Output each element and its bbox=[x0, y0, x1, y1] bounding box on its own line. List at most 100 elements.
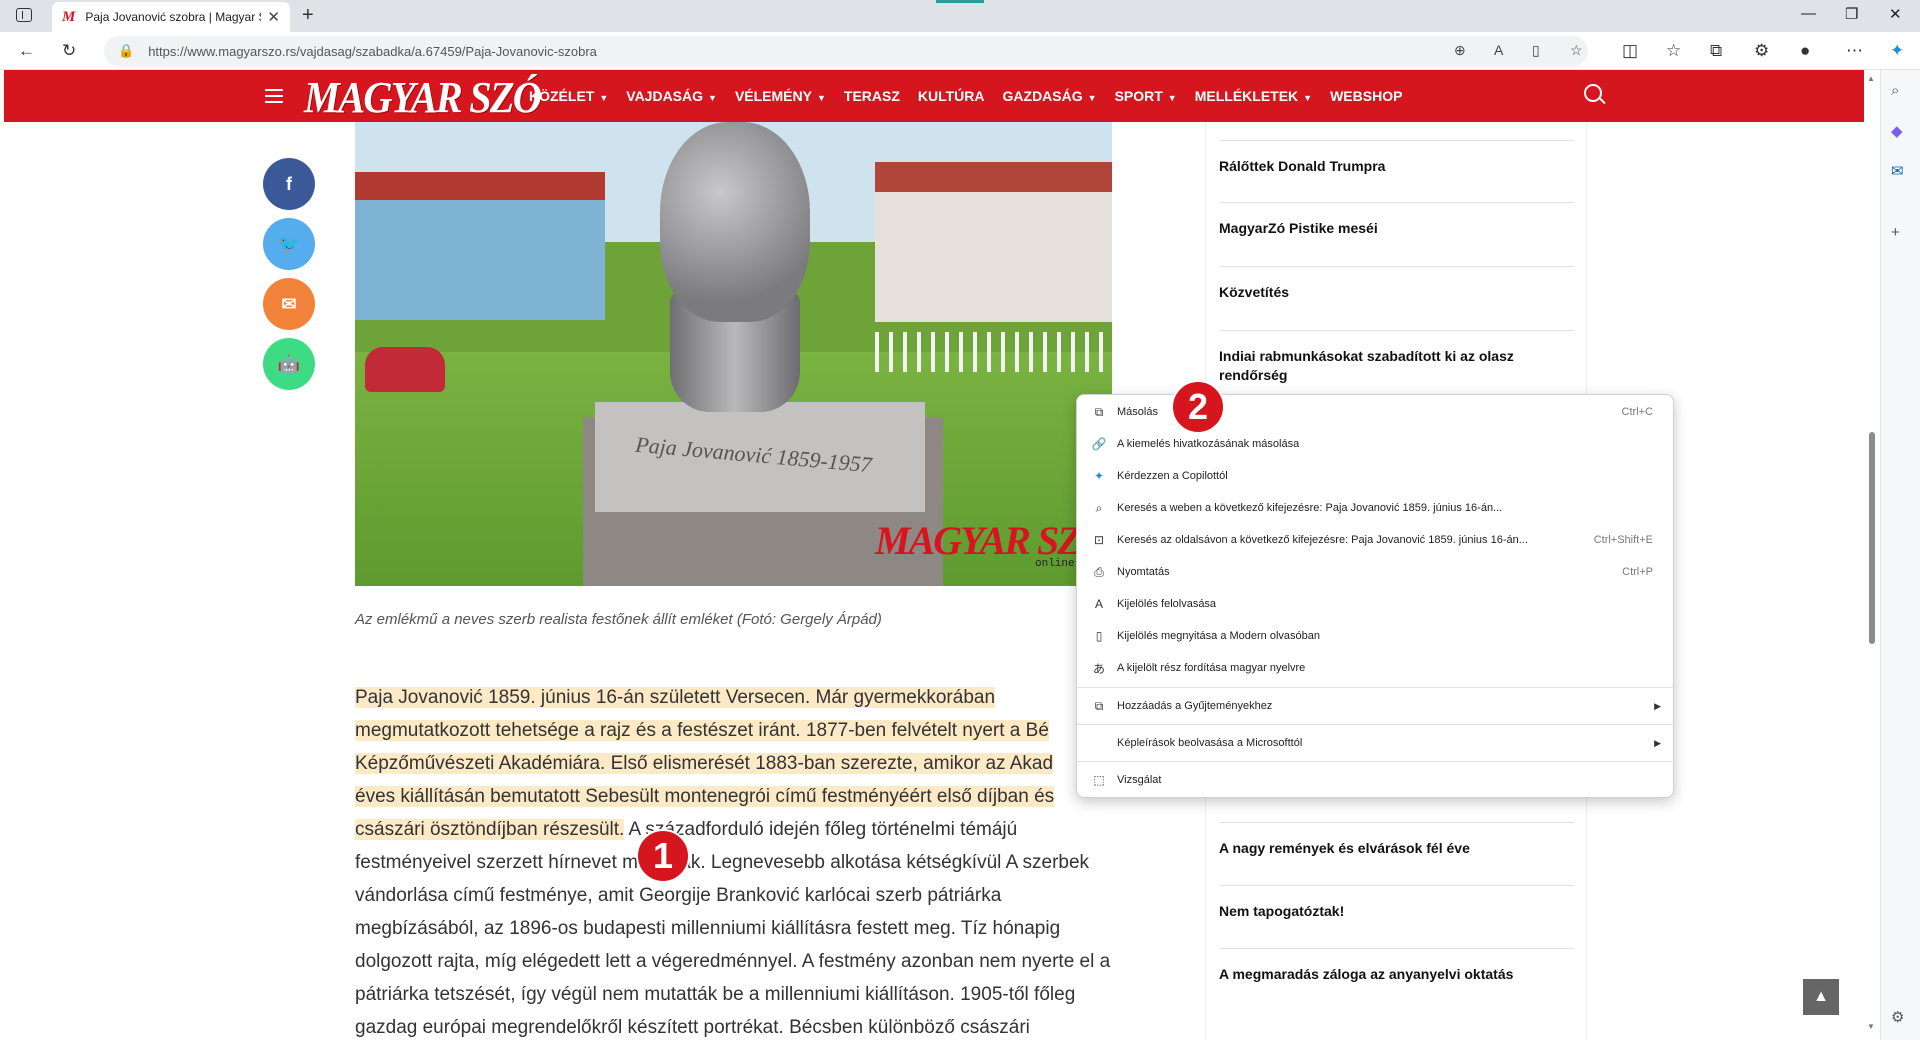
restore-icon[interactable]: ❐ bbox=[1845, 5, 1858, 23]
tab-title: Paja Jovanović szobra | Magyar Sz bbox=[85, 10, 262, 24]
context-menu-item[interactable]: ⧉ Másolás Ctrl+C bbox=[1077, 396, 1675, 428]
sidebar-outlook-icon[interactable]: ✉ bbox=[1891, 162, 1904, 180]
nav-item[interactable]: KÖZÉLET ▼ bbox=[529, 88, 608, 104]
context-menu-label: A kiemelés hivatkozásának másolása bbox=[1117, 438, 1300, 450]
copilot-icon[interactable]: ✦ bbox=[1890, 41, 1904, 61]
context-menu-item[interactable]: あ A kijelölt rész fordítása magyar nyelvr… bbox=[1077, 652, 1675, 684]
site-favicon-icon: M bbox=[62, 8, 76, 25]
selected-text: császári ösztöndíjban részesült. bbox=[355, 819, 625, 840]
tab-actions-icon[interactable] bbox=[16, 8, 32, 22]
context-menu-item[interactable]: ✦ Kérdezzen a Copilottól bbox=[1077, 460, 1675, 492]
sidebar-news-item[interactable]: Nem tapogatóztak! bbox=[1219, 885, 1574, 921]
nav-item[interactable]: WEBSHOP bbox=[1330, 88, 1402, 104]
sidebar-news-item[interactable]: Rálőttek Donald Trumpra bbox=[1219, 140, 1574, 176]
favorite-star-icon[interactable]: ☆ bbox=[1570, 42, 1583, 59]
body-text: dolgozott rajta, míg elégedett lett a vé… bbox=[355, 951, 1111, 972]
close-window-icon[interactable]: ✕ bbox=[1889, 5, 1902, 23]
context-menu-label: Nyomtatás bbox=[1117, 566, 1170, 578]
context-menu-item[interactable]: 🔗 A kiemelés hivatkozásának másolása bbox=[1077, 428, 1675, 460]
context-menu-label: Képleírások beolvasása a Microsofttól bbox=[1117, 737, 1303, 749]
sidebar-search-icon: ⊡ bbox=[1093, 533, 1105, 547]
sidebar-news-item[interactable]: MagyarZó Pistike meséi bbox=[1219, 202, 1574, 238]
scroll-down-icon[interactable]: ▼ bbox=[1867, 1022, 1875, 1031]
body-text: vándorlása című festménye, amit Georgije… bbox=[355, 885, 1002, 906]
sidebar-settings-icon[interactable]: ⚙ bbox=[1891, 1008, 1904, 1026]
browser-tab[interactable]: M Paja Jovanović szobra | Magyar Sz ✕ bbox=[52, 2, 290, 32]
nav-item[interactable]: VAJDASÁG ▼ bbox=[626, 88, 717, 104]
context-menu-label: Kijelölés felolvasása bbox=[1117, 598, 1217, 610]
facebook-share-icon[interactable]: f bbox=[263, 158, 315, 210]
immersive-reader-icon[interactable]: ▯ bbox=[1532, 42, 1540, 59]
sidebar-search-icon[interactable]: ⌕ bbox=[1891, 82, 1899, 99]
favorites-icon[interactable]: ☆ bbox=[1666, 41, 1681, 61]
sidebar-news-item[interactable]: A nagy remények és elvárások fél éve bbox=[1219, 822, 1574, 858]
nav-item[interactable]: GAZDASÁG ▼ bbox=[1003, 88, 1097, 104]
article-line: vándorlása című festménye, amit Georgije… bbox=[355, 879, 1145, 912]
photo-house bbox=[875, 192, 1112, 322]
email-share-icon[interactable]: ✉ bbox=[263, 278, 315, 330]
back-to-top-button[interactable]: ▲ bbox=[1803, 979, 1839, 1015]
nav-item[interactable]: TERASZ bbox=[844, 88, 900, 104]
refresh-icon[interactable]: ↻ bbox=[62, 41, 76, 61]
context-menu-item[interactable]: ⧉ Hozzáadás a Gyűjteményekhez ▶ bbox=[1077, 690, 1675, 722]
hamburger-menu-icon[interactable] bbox=[265, 89, 283, 103]
read-aloud-icon: A bbox=[1094, 597, 1103, 611]
sidebar-news-item[interactable]: Indiai rabmunkásokat szabadított ki az o… bbox=[1219, 330, 1574, 385]
context-menu-item[interactable]: A Kijelölés felolvasása bbox=[1077, 588, 1675, 620]
nav-item[interactable]: VÉLEMÉNY ▼ bbox=[735, 88, 826, 104]
zoom-icon[interactable]: ⊕ bbox=[1454, 42, 1466, 59]
twitter-share-icon[interactable]: 🐦 bbox=[263, 218, 315, 270]
top-accent bbox=[936, 0, 984, 3]
read-aloud-icon[interactable]: A bbox=[1494, 42, 1503, 58]
photo-bust-head bbox=[660, 122, 810, 322]
sidebar-add-icon[interactable]: + bbox=[1891, 224, 1900, 241]
extensions-icon[interactable]: ⚙ bbox=[1754, 41, 1769, 61]
nav-item-label: TERASZ bbox=[843, 88, 900, 104]
sidebar-news-item[interactable]: A megmaradás záloga az anyanyelvi oktatá… bbox=[1219, 948, 1574, 984]
article-body[interactable]: Paja Jovanović 1859. június 16-án szület… bbox=[355, 681, 1145, 1044]
sidebar-m365-icon[interactable]: ◆ bbox=[1891, 122, 1903, 140]
back-icon[interactable]: ← bbox=[18, 41, 35, 61]
nav-item[interactable]: MELLÉKLETEK ▼ bbox=[1195, 88, 1312, 104]
chevron-down-icon: ▼ bbox=[1167, 93, 1177, 103]
minimize-icon[interactable]: — bbox=[1801, 5, 1816, 22]
article-line: császári ösztöndíjban részesült. A száza… bbox=[355, 813, 1145, 846]
context-menu-item[interactable]: ▯ Kijelölés megnyitása a Modern olvasóban bbox=[1077, 620, 1675, 652]
profile-avatar-icon[interactable]: ● bbox=[1800, 41, 1810, 61]
context-menu-label: Vizsgálat bbox=[1117, 774, 1162, 786]
article-photo: Paja Jovanović 1859-1957 MAGYAR SZÓ onli… bbox=[355, 122, 1112, 586]
inspect-icon: ⬚ bbox=[1093, 773, 1105, 787]
context-menu-item[interactable]: Képleírások beolvasása a Microsofttól ▶ bbox=[1077, 727, 1675, 759]
page-scrollbar[interactable]: ▲ ▼ bbox=[1864, 70, 1880, 1040]
scroll-up-icon[interactable]: ▲ bbox=[1867, 74, 1875, 83]
scroll-thumb[interactable] bbox=[1869, 432, 1875, 644]
immersive-reader-icon: ▯ bbox=[1095, 629, 1103, 643]
selected-text: megmutatkozott tehetsége a rajz és a fes… bbox=[355, 720, 1049, 741]
site-logo[interactable]: MAGYAR SZÓ bbox=[304, 72, 542, 123]
new-tab-icon[interactable]: + bbox=[302, 4, 314, 27]
main-nav: KÖZÉLET ▼ VAJDASÁG ▼ VÉLEMÉNY ▼ TERASZ KULTÚRA G… bbox=[529, 88, 1420, 104]
sidebar-news-item[interactable]: Közvetítés bbox=[1219, 266, 1574, 302]
body-text: pátriárka tetszését, így végül nem mutat… bbox=[355, 984, 1076, 1005]
more-menu-icon[interactable]: ⋯ bbox=[1846, 41, 1863, 61]
address-bar[interactable]: 🔒 https://www.magyarszo.rs/vajdasag/szab… bbox=[104, 36, 1588, 66]
menu-divider bbox=[1077, 687, 1675, 688]
photo-fence bbox=[875, 332, 1112, 372]
lock-icon[interactable]: 🔒 bbox=[118, 43, 134, 59]
context-menu-item[interactable]: ⎙ Nyomtatás Ctrl+P bbox=[1077, 556, 1675, 588]
photo-plaque: Paja Jovanović 1859-1957 bbox=[595, 402, 925, 512]
chevron-down-icon: ▼ bbox=[1087, 93, 1097, 103]
context-menu-label: Kérdezzen a Copilottól bbox=[1117, 470, 1228, 482]
nav-item-label: MELLÉKLETEK bbox=[1194, 88, 1299, 104]
nav-item[interactable]: KULTÚRA bbox=[918, 88, 985, 104]
article-line: gazdag európai megrendelőkről készített … bbox=[355, 1011, 1145, 1044]
split-screen-icon[interactable]: ◫ bbox=[1622, 41, 1638, 61]
site-search-icon[interactable] bbox=[1584, 84, 1602, 102]
context-menu-item[interactable]: ⌕ Keresés a weben a következő kifejezésre… bbox=[1077, 492, 1675, 524]
android-share-icon[interactable]: 🤖 bbox=[263, 338, 315, 390]
collections-icon[interactable]: ⧉ bbox=[1710, 41, 1722, 61]
tab-close-icon[interactable]: ✕ bbox=[267, 8, 280, 26]
nav-item[interactable]: SPORT ▼ bbox=[1115, 88, 1177, 104]
context-menu-item[interactable]: ⊡ Keresés az oldalsávon a következő kifej… bbox=[1077, 524, 1675, 556]
context-menu-item[interactable]: ⬚ Vizsgálat bbox=[1077, 764, 1675, 796]
